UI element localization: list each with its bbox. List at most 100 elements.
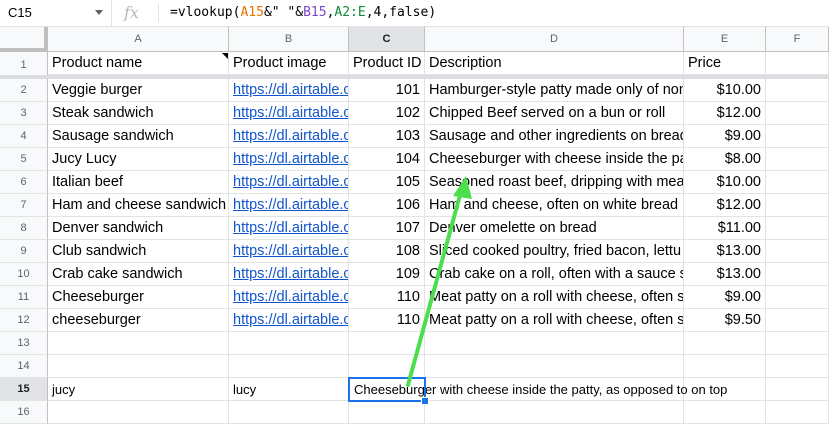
cell[interactable] xyxy=(766,355,829,378)
cell[interactable] xyxy=(684,401,766,424)
cell-product-name[interactable]: Denver sandwich xyxy=(48,217,229,240)
cell-product-name[interactable]: Crab cake sandwich xyxy=(48,263,229,286)
cell-product-name[interactable]: Veggie burger xyxy=(48,79,229,102)
cell[interactable] xyxy=(684,332,766,355)
row-header-7[interactable]: 7 xyxy=(0,194,48,217)
cell-price[interactable]: $10.00 xyxy=(684,79,766,102)
cell[interactable] xyxy=(766,240,829,263)
cell-description[interactable]: Meat patty on a roll with cheese, often … xyxy=(425,309,684,332)
cell[interactable] xyxy=(766,309,829,332)
cell[interactable] xyxy=(425,332,684,355)
cell-product-name[interactable]: Cheeseburger xyxy=(48,286,229,309)
header-cell-description[interactable]: Description xyxy=(425,52,684,75)
cell-product-id[interactable]: 109 xyxy=(349,263,425,286)
column-header-e[interactable]: E xyxy=(684,27,766,52)
cell-product-name[interactable]: Steak sandwich xyxy=(48,102,229,125)
cell-product-image[interactable]: https://dl.airtable.c xyxy=(229,125,349,148)
formula-input[interactable]: =vlookup(A15&" "&B15,A2:E,4,false) xyxy=(170,0,436,26)
header-cell-price[interactable]: Price xyxy=(684,52,766,75)
cell-product-image[interactable]: https://dl.airtable.c xyxy=(229,286,349,309)
cell-description[interactable]: Meat patty on a roll with cheese, often … xyxy=(425,286,684,309)
cell-product-id[interactable]: 110 xyxy=(349,309,425,332)
cell-price[interactable]: $8.00 xyxy=(684,148,766,171)
cell-price[interactable]: $13.00 xyxy=(684,263,766,286)
select-all-corner[interactable] xyxy=(0,27,48,52)
row-header-11[interactable]: 11 xyxy=(0,286,48,309)
cell-product-id[interactable]: 103 xyxy=(349,125,425,148)
row-header-12[interactable]: 12 xyxy=(0,309,48,332)
cell-price[interactable]: $9.00 xyxy=(684,125,766,148)
cell[interactable] xyxy=(766,148,829,171)
row-header-2[interactable]: 2 xyxy=(0,79,48,102)
cell-product-image[interactable]: https://dl.airtable.c xyxy=(229,263,349,286)
cell-product-name[interactable]: Club sandwich xyxy=(48,240,229,263)
cell-description[interactable]: Hamburger-style patty made only of non xyxy=(425,79,684,102)
cell-price[interactable]: $9.00 xyxy=(684,286,766,309)
cell-product-name[interactable]: cheeseburger xyxy=(48,309,229,332)
cell[interactable] xyxy=(766,286,829,309)
cell-product-name[interactable]: Ham and cheese sandwich xyxy=(48,194,229,217)
cell[interactable] xyxy=(425,355,684,378)
cell-price[interactable]: $12.00 xyxy=(684,102,766,125)
column-header-a[interactable]: A xyxy=(48,27,229,52)
cell[interactable] xyxy=(766,378,829,401)
header-cell-product-name[interactable]: Product name xyxy=(48,52,229,75)
column-header-c[interactable]: C xyxy=(349,27,425,52)
cell-description[interactable]: Crab cake on a roll, often with a sauce … xyxy=(425,263,684,286)
row-header-4[interactable]: 4 xyxy=(0,125,48,148)
cell[interactable] xyxy=(229,401,349,424)
cell-description[interactable]: Sliced cooked poultry, fried bacon, lett… xyxy=(425,240,684,263)
chevron-down-icon[interactable] xyxy=(95,10,103,15)
cell[interactable] xyxy=(766,102,829,125)
cell-product-id[interactable]: 108 xyxy=(349,240,425,263)
cell[interactable] xyxy=(349,332,425,355)
row-header-5[interactable]: 5 xyxy=(0,148,48,171)
cell-price[interactable]: $11.00 xyxy=(684,217,766,240)
cell-product-image[interactable]: https://dl.airtable.c xyxy=(229,102,349,125)
row-header-8[interactable]: 8 xyxy=(0,217,48,240)
column-header-d[interactable]: D xyxy=(425,27,684,52)
row-header-16[interactable]: 16 xyxy=(0,401,48,424)
cell-a15[interactable]: jucy xyxy=(48,378,229,401)
cell-product-image[interactable]: https://dl.airtable.c xyxy=(229,240,349,263)
cell-description[interactable]: Seasoned roast beef, dripping with mea xyxy=(425,171,684,194)
fill-handle[interactable] xyxy=(421,397,429,405)
cell[interactable] xyxy=(684,355,766,378)
cell[interactable] xyxy=(766,52,829,75)
row-header-10[interactable]: 10 xyxy=(0,263,48,286)
cell[interactable] xyxy=(425,401,684,424)
cell-description[interactable]: Denver omelette on bread xyxy=(425,217,684,240)
cell-product-id[interactable]: 104 xyxy=(349,148,425,171)
header-cell-product-id[interactable]: Product ID xyxy=(349,52,425,75)
cell-product-image[interactable]: https://dl.airtable.c xyxy=(229,148,349,171)
cell[interactable] xyxy=(766,194,829,217)
row-header-6[interactable]: 6 xyxy=(0,171,48,194)
cell-product-name[interactable]: Jucy Lucy xyxy=(48,148,229,171)
cell-price[interactable]: $10.00 xyxy=(684,171,766,194)
cell-description[interactable]: Cheeseburger with cheese inside the pa xyxy=(425,148,684,171)
cell-price[interactable]: $12.00 xyxy=(684,194,766,217)
cell[interactable] xyxy=(349,355,425,378)
cell-b15[interactable]: lucy xyxy=(229,378,349,401)
cell[interactable] xyxy=(48,332,229,355)
cell[interactable] xyxy=(349,401,425,424)
cell-product-id[interactable]: 110 xyxy=(349,286,425,309)
cell[interactable] xyxy=(766,263,829,286)
column-header-b[interactable]: B xyxy=(229,27,349,52)
row-header-14[interactable]: 14 xyxy=(0,355,48,378)
cell[interactable] xyxy=(229,355,349,378)
cell[interactable] xyxy=(766,217,829,240)
cell[interactable] xyxy=(229,332,349,355)
cell-product-id[interactable]: 106 xyxy=(349,194,425,217)
column-header-f[interactable]: F xyxy=(766,27,829,52)
cell-product-image[interactable]: https://dl.airtable.c xyxy=(229,79,349,102)
cell-product-image[interactable]: https://dl.airtable.c xyxy=(229,309,349,332)
row-header-15[interactable]: 15 xyxy=(0,378,48,401)
cell-product-id[interactable]: 105 xyxy=(349,171,425,194)
cell[interactable] xyxy=(766,171,829,194)
cell-description[interactable]: Chipped Beef served on a bun or roll xyxy=(425,102,684,125)
cell-product-image[interactable]: https://dl.airtable.c xyxy=(229,194,349,217)
cell-product-image[interactable]: https://dl.airtable.c xyxy=(229,171,349,194)
cell-product-name[interactable]: Italian beef xyxy=(48,171,229,194)
cell-product-id[interactable]: 107 xyxy=(349,217,425,240)
